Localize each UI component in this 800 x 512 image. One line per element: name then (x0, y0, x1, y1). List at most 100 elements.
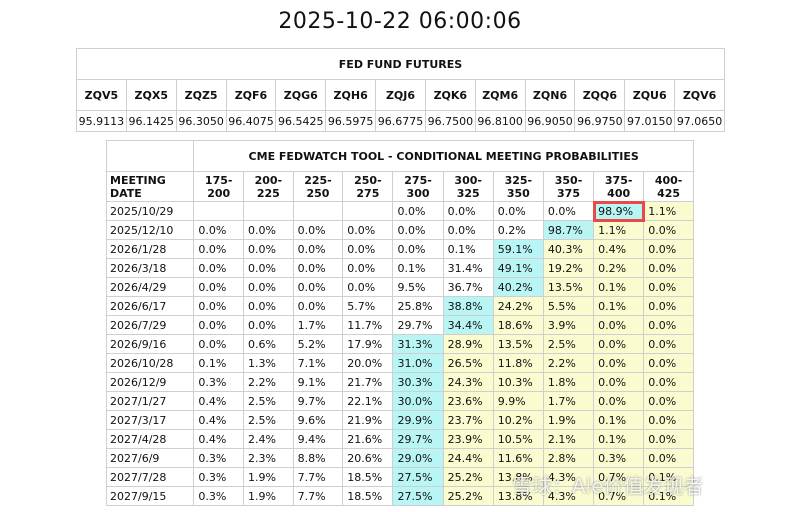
futures-code-cell: ZQF6 (225, 79, 277, 111)
futures-code-cell: ZQM6 (474, 79, 526, 111)
probability-cell: 0.0% (643, 220, 694, 240)
probability-cell: 18.5% (342, 467, 394, 487)
probability-cell: 24.2% (492, 296, 544, 316)
meeting-date-cell: 2026/10/28 (105, 353, 195, 373)
probability-cell: 1.8% (542, 372, 595, 392)
futures-price-cell: 96.5425 (275, 110, 327, 132)
probability-cell: 0.3% (193, 372, 245, 392)
probability-cell: 1.9% (243, 486, 294, 506)
futures-price-cell: 96.9750 (574, 110, 626, 132)
futures-price-cell: 96.5975 (325, 110, 377, 132)
futures-prices-row: 95.9113 96.1425 96.3050 96.4075 96.5425 96.59… (76, 110, 725, 132)
probability-cell: 17.9% (342, 334, 394, 354)
table-row: 2027/4/28 0.4% 2.4% 9.4% 21.6% 29.7% 23.9% 10.5… (105, 429, 694, 449)
probability-cell: 49.1% (492, 258, 544, 278)
probability-cell: 0.4% (593, 239, 645, 259)
probability-cell: 0.0% (643, 372, 694, 392)
probability-cell: 0.0% (342, 277, 394, 297)
probability-cell: 0.0% (593, 353, 645, 373)
probability-cell: 2.8% (542, 448, 595, 468)
meeting-date-cell: 2027/7/28 (105, 467, 195, 487)
probability-cell: 0.0% (292, 277, 344, 297)
probability-cell: 0.0% (243, 258, 294, 278)
probability-cell: 11.6% (492, 448, 544, 468)
probability-cell: 0.0% (392, 201, 444, 221)
table-row: 2026/6/17 0.0% 0.0% 0.0% 5.7% 25.8% 38.8% 24.2%… (105, 296, 694, 316)
futures-caption: FED FUND FUTURES (76, 48, 725, 80)
futures-price-cell: 97.0150 (624, 110, 676, 132)
probability-cell (292, 201, 344, 221)
fedwatch-table: CME FEDWATCH TOOL - CONDITIONAL MEETING … (105, 140, 694, 506)
range-header: 200-225 (243, 171, 294, 202)
meeting-date-cell: 2026/12/9 (105, 372, 195, 392)
probability-cell: 1.1% (593, 220, 645, 240)
probability-cell: 0.0% (643, 391, 694, 411)
futures-code-cell: ZQX5 (125, 79, 177, 111)
probability-cell: 19.2% (542, 258, 595, 278)
probability-cell: 25.8% (392, 296, 444, 316)
probability-cell: 10.2% (492, 410, 544, 430)
probability-cell: 24.3% (442, 372, 494, 392)
probability-cell: 25.2% (442, 486, 494, 506)
probability-cell: 5.5% (542, 296, 595, 316)
probability-cell: 21.6% (342, 429, 394, 449)
probability-cell: 0.1% (593, 410, 645, 430)
futures-price-cell: 95.9113 (76, 110, 127, 132)
probability-cell: 0.0% (292, 258, 344, 278)
probability-cell: 9.9% (492, 391, 544, 411)
futures-code-cell: ZQN6 (524, 79, 576, 111)
meeting-date-cell: 2026/9/16 (105, 334, 195, 354)
probability-cell: 5.7% (342, 296, 394, 316)
probability-cell: 0.1% (593, 429, 645, 449)
meeting-date-cell: 2027/1/27 (105, 391, 195, 411)
probability-cell: 29.0% (392, 448, 444, 468)
futures-price-cell: 96.6775 (375, 110, 426, 132)
probability-cell: 0.0% (593, 372, 645, 392)
probability-cell: 0.0% (593, 334, 645, 354)
probability-cell: 40.3% (542, 239, 595, 259)
probability-cell: 40.2% (492, 277, 544, 297)
probability-cell: 98.7% (542, 220, 595, 240)
probability-cell: 0.4% (193, 429, 245, 449)
futures-code-cell: ZQK6 (424, 79, 476, 111)
futures-code-cell: ZQU6 (624, 79, 676, 111)
probability-cell: 0.0% (593, 315, 645, 335)
futures-code-cell: ZQZ5 (175, 79, 227, 111)
meeting-date-cell: 2027/6/9 (105, 448, 195, 468)
probability-cell: 0.1% (593, 277, 645, 297)
probability-cell: 20.0% (342, 353, 394, 373)
range-header: 275-300 (392, 171, 444, 202)
probability-cell: 27.5% (392, 467, 444, 487)
fed-fund-futures-table: FED FUND FUTURES ZQV5 ZQX5 ZQZ5 ZQF6 ZQG6 ZQH… (76, 48, 725, 132)
probability-cell: 18.6% (492, 315, 544, 335)
probability-cell: 0.4% (193, 391, 245, 411)
probability-cell: 0.2% (593, 258, 645, 278)
probability-cell: 0.1% (193, 353, 245, 373)
probability-cell: 0.3% (193, 448, 245, 468)
probability-cell: 29.9% (392, 410, 444, 430)
probability-cell: 2.1% (542, 429, 595, 449)
probability-cell: 1.9% (542, 410, 595, 430)
probability-cell: 0.0% (243, 239, 294, 259)
probability-cell: 2.2% (542, 353, 595, 373)
table-row: 2026/4/29 0.0% 0.0% 0.0% 0.0% 9.5% 36.7% 40.2% 1… (105, 277, 694, 297)
table-row: 2026/3/18 0.0% 0.0% 0.0% 0.0% 0.1% 31.4% 49.1% 1… (105, 258, 694, 278)
probability-cell: 0.0% (442, 220, 494, 240)
fedwatch-body: 2025/10/29 0.0% 0.0% 0.0% 0.0% 98.9% 1.1% 2025/… (105, 200, 694, 506)
probability-cell: 1.3% (243, 353, 294, 373)
probability-cell: 23.6% (442, 391, 494, 411)
probability-cell: 0.0% (593, 391, 645, 411)
range-header: 400-425 (643, 171, 694, 202)
table-row: 2026/10/28 0.1% 1.3% 7.1% 20.0% 31.0% 26.5% 11.… (105, 353, 694, 373)
futures-price-cell: 97.0650 (674, 110, 725, 132)
probability-cell: 21.9% (342, 410, 394, 430)
table-row: 2026/9/16 0.0% 0.6% 5.2% 17.9% 31.3% 28.9% 13.5… (105, 334, 694, 354)
table-row: 2026/7/29 0.0% 0.0% 1.7% 11.7% 29.7% 34.4% 18.6… (105, 315, 694, 335)
probability-cell: 0.3% (193, 486, 245, 506)
probability-cell: 2.5% (542, 334, 595, 354)
probability-cell: 0.0% (492, 201, 544, 221)
futures-price-cell: 96.8100 (474, 110, 526, 132)
meeting-date-cell: 2026/7/29 (105, 315, 195, 335)
probability-cell: 0.0% (292, 296, 344, 316)
probability-cell: 30.3% (392, 372, 444, 392)
